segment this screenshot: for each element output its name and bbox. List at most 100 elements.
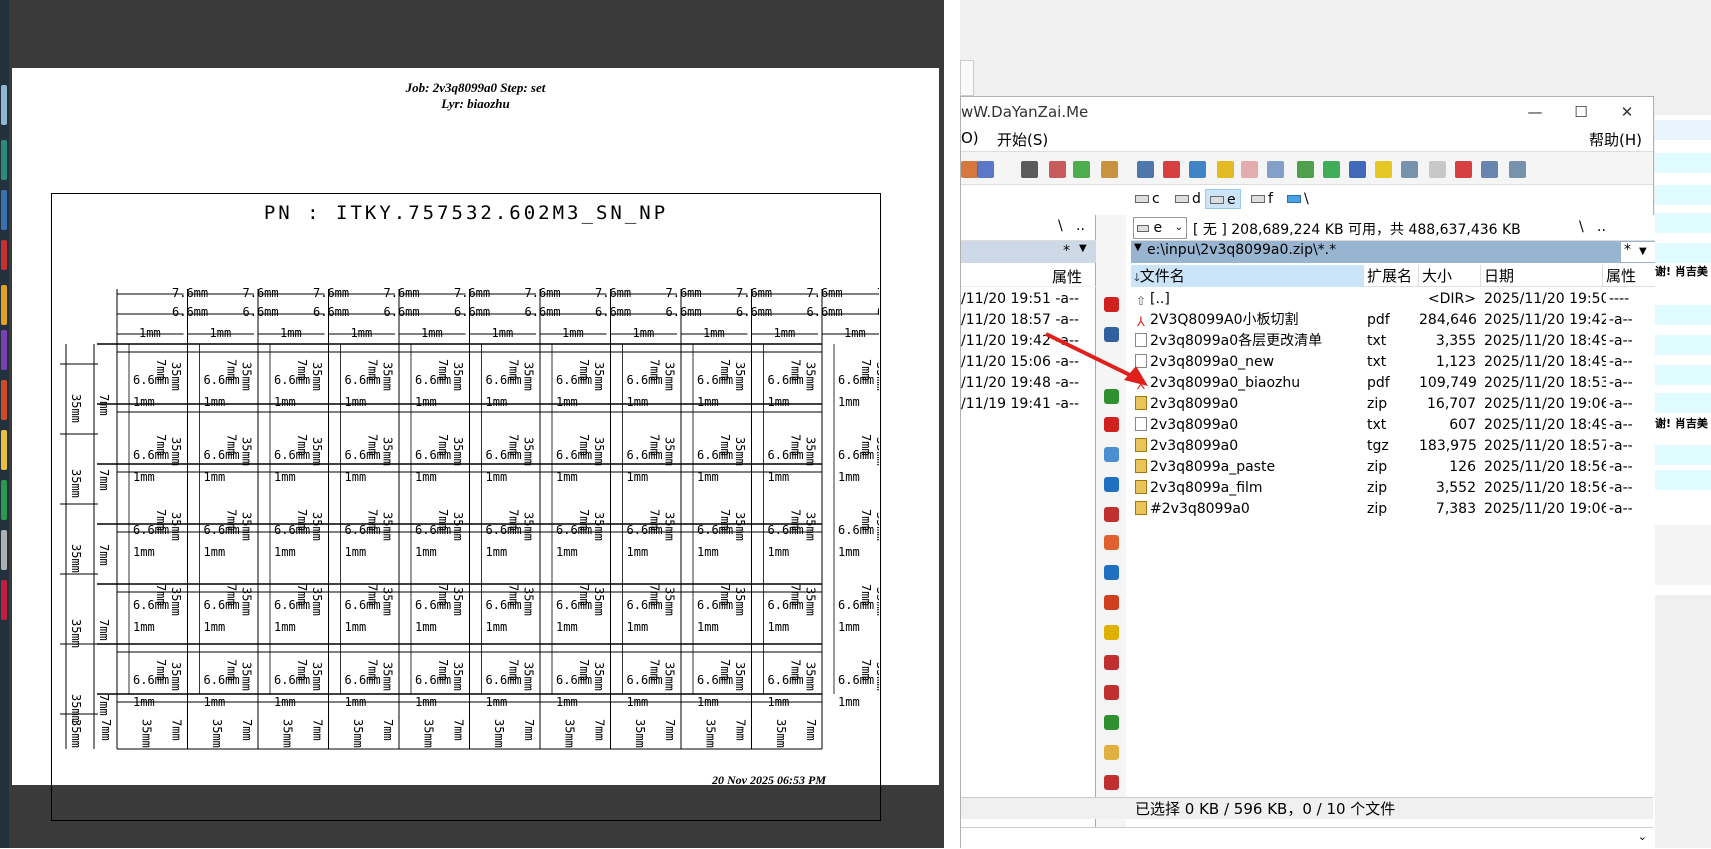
info-icon[interactable]	[1104, 565, 1119, 580]
drive-select[interactable]: e ⌄	[1133, 217, 1187, 239]
left-up-button[interactable]: ..	[1076, 218, 1085, 234]
col-size[interactable]: 大小	[1419, 265, 1481, 287]
dimension-label: 35mm	[522, 512, 536, 541]
taskbar-item[interactable]	[1, 530, 7, 570]
right-up-button[interactable]: ..	[1597, 219, 1606, 235]
file-row[interactable]: #2v3q8099a0 zip 7,383 2025/11/20 19:06 -a--	[1131, 499, 1655, 520]
copy-icon[interactable]	[1104, 655, 1119, 670]
tree-icon[interactable]	[1297, 161, 1314, 178]
file-row[interactable]: 2v3q8099a0各层更改清单 txt 3,355 2025/11/20 18:49…	[1131, 331, 1655, 352]
left-file-row[interactable]: /11/20 18:57 -a--	[961, 310, 1096, 331]
file-row[interactable]: 2v3q8099a_film zip 3,552 2025/11/20 18:56 -a…	[1131, 478, 1655, 499]
left-file-row[interactable]: /11/20 19:51 -a--	[961, 289, 1096, 310]
panel-icon[interactable]	[1481, 161, 1498, 178]
dimension-label: 1mm	[204, 470, 226, 484]
panel-icon[interactable]	[1401, 161, 1418, 178]
taskbar-item[interactable]	[1, 430, 7, 470]
pdf-icon[interactable]	[1104, 297, 1119, 312]
clipboard-icon[interactable]	[1267, 161, 1284, 178]
taskbar-item[interactable]	[1, 580, 7, 620]
col-name[interactable]: 🡓文件名	[1131, 265, 1364, 287]
image-icon[interactable]	[1104, 535, 1119, 550]
chevron-down-icon[interactable]: ▼	[1134, 242, 1142, 253]
title-bar[interactable]: wW.DaYanZai.Me — ☐ ✕	[961, 97, 1653, 127]
col-ext[interactable]: 扩展名	[1364, 265, 1419, 287]
pdf-icon[interactable]	[1104, 417, 1119, 432]
file-row[interactable]: ⅄ 2V3Q8099A0小板切割 pdf 284,646 2025/11/20 19:4…	[1131, 310, 1655, 331]
sync-icon[interactable]	[1189, 161, 1206, 178]
network-icon[interactable]	[1137, 161, 1154, 178]
chevron-down-icon[interactable]: ⌄	[1638, 830, 1647, 843]
drive-button-f[interactable]: f	[1247, 189, 1277, 209]
pdf-icon[interactable]	[1455, 161, 1472, 178]
pdf-icon[interactable]	[1163, 161, 1180, 178]
menu-item-help[interactable]: 帮助(H)	[1589, 129, 1642, 150]
copy-icon[interactable]	[1104, 775, 1119, 790]
tree-icon[interactable]	[1073, 161, 1090, 178]
taskbar-item[interactable]	[1, 480, 7, 520]
taskbar-item[interactable]	[1, 140, 7, 180]
shield-icon[interactable]	[1104, 595, 1119, 610]
command-line[interactable]: ⌄	[961, 827, 1653, 849]
left-header-attr[interactable]: 属性	[1052, 266, 1082, 287]
file-row[interactable]: ⇧ [..] <DIR> 2025/11/20 19:50 ----	[1131, 289, 1655, 310]
drive-button-e[interactable]: e	[1205, 189, 1241, 209]
taskbar-item[interactable]	[1, 190, 7, 230]
shield-icon[interactable]	[1375, 161, 1392, 178]
tree-icon[interactable]	[1104, 389, 1119, 404]
file-date-cell: 2025/11/20 19:50	[1484, 291, 1606, 307]
col-date[interactable]: 日期	[1481, 265, 1603, 287]
left-file-row[interactable]: /11/19 19:41 -a--	[961, 394, 1096, 415]
warning-icon[interactable]	[1104, 625, 1119, 640]
drive-button-d[interactable]: d	[1171, 189, 1205, 209]
col-attr[interactable]: 属性	[1603, 265, 1655, 287]
file-row[interactable]: 2v3q8099a0 tgz 183,975 2025/11/20 18:57 -a--	[1131, 436, 1655, 457]
pack-icon[interactable]	[1101, 161, 1118, 178]
file-row[interactable]: ⅄ 2v3q8099a0_biaozhu pdf 109,749 2025/11/20 …	[1131, 373, 1655, 394]
taskbar-item[interactable]	[1, 285, 7, 325]
page-icon[interactable]	[1429, 161, 1446, 178]
copy-icon[interactable]	[1104, 685, 1119, 700]
file-row[interactable]: 2v3q8099a0 zip 16,707 2025/11/20 19:06 -a--	[1131, 394, 1655, 415]
dimension-label: 1mm	[274, 695, 296, 709]
menu-item-left[interactable]: O)	[961, 129, 979, 147]
network-drive-button[interactable]: \	[1283, 189, 1313, 209]
delete-icon[interactable]	[1104, 507, 1119, 522]
folder-icon[interactable]	[1104, 745, 1119, 760]
text-icon[interactable]	[1241, 161, 1258, 178]
right-root-button[interactable]: \	[1579, 219, 1584, 235]
left-filter[interactable]: *	[1063, 243, 1070, 259]
chat-icon[interactable]	[1104, 447, 1119, 462]
tree-icon[interactable]	[1104, 715, 1119, 730]
file-row[interactable]: 2v3q8099a0_new txt 1,123 2025/11/20 18:49 -a…	[1131, 352, 1655, 373]
file-row[interactable]: 2v3q8099a_paste zip 126 2025/11/20 18:56 -a-…	[1131, 457, 1655, 478]
find-icon[interactable]	[1021, 161, 1038, 178]
word-icon[interactable]	[1349, 161, 1366, 178]
dimension-label: 7mm	[859, 659, 873, 681]
close-button[interactable]: ✕	[1604, 97, 1650, 127]
drive-icon	[1135, 195, 1149, 203]
file-size-cell: 7,383	[1435, 501, 1476, 517]
maximize-button[interactable]: ☐	[1558, 97, 1604, 127]
excel-icon[interactable]	[1323, 161, 1340, 178]
select-icon[interactable]	[1049, 161, 1066, 178]
left-root-button[interactable]: \	[1058, 218, 1063, 234]
background-window-edge	[960, 60, 974, 96]
menu-item-start[interactable]: 开始(S)	[997, 129, 1048, 150]
annotation-arrow	[1045, 332, 1148, 386]
taskbar-item[interactable]	[1, 240, 7, 270]
chevron-down-icon[interactable]: ▼	[1079, 243, 1087, 254]
taskbar-item[interactable]	[1, 330, 7, 370]
taskbar-item[interactable]	[1, 85, 7, 125]
path-filter[interactable]: * ▼	[1621, 242, 1655, 262]
edit-icon[interactable]	[961, 161, 978, 178]
taskbar-item[interactable]	[1, 380, 7, 420]
dimension-label: 7mm	[366, 359, 380, 381]
info-icon[interactable]	[1104, 477, 1119, 492]
minimize-button[interactable]: —	[1512, 97, 1558, 127]
drive-button-c[interactable]: c	[1131, 189, 1164, 209]
url-icon[interactable]	[977, 161, 994, 178]
file-row[interactable]: 2v3q8099a0 txt 607 2025/11/20 18:49 -a--	[1131, 415, 1655, 436]
panel-icon[interactable]	[1509, 161, 1526, 178]
text-a-icon[interactable]	[1217, 161, 1234, 178]
